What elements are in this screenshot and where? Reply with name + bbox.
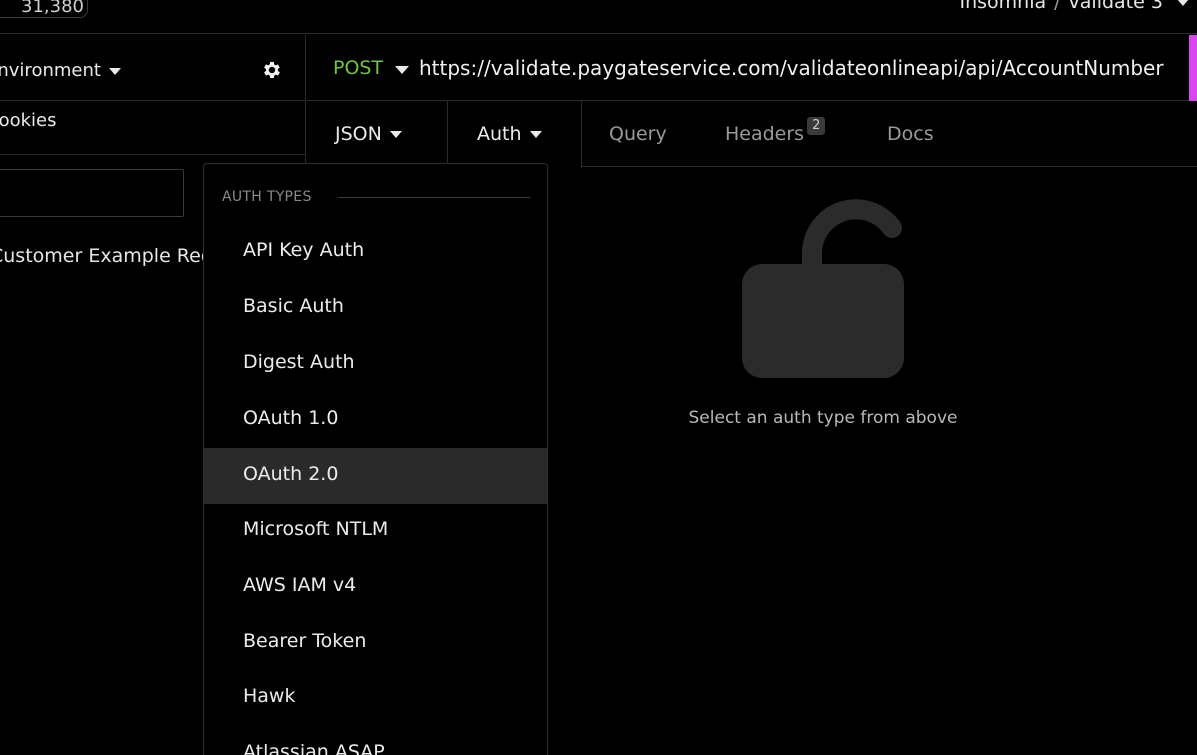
menu-item-atlassian-asap[interactable]: Atlassian ASAP: [204, 726, 547, 755]
top-bar: 31,380 Insomnia / validate 3: [0, 0, 1197, 34]
app-window: 31,380 Insomnia / validate 3 Environment C…: [0, 0, 1197, 755]
auth-type-dropdown: AUTH TYPES API Key Auth Basic Auth Diges…: [203, 163, 548, 755]
tab-headers-label: Headers: [725, 123, 805, 145]
cookies-button[interactable]: Cookies: [0, 101, 306, 155]
menu-item-bearer-token[interactable]: Bearer Token: [204, 615, 547, 671]
caret-down-icon[interactable]: [395, 66, 409, 74]
chevron-down-icon: [1177, 0, 1189, 6]
caret-down-icon: [108, 67, 121, 75]
menu-item-oauth-1[interactable]: OAuth 1.0: [204, 392, 547, 448]
breadcrumb-workspace[interactable]: Insomnia: [959, 0, 1046, 13]
filter-input[interactable]: [0, 169, 184, 217]
method-selector[interactable]: POST: [333, 57, 383, 79]
tab-docs[interactable]: Docs: [887, 101, 934, 167]
tab-headers[interactable]: Headers 2: [725, 101, 826, 167]
tab-body-label: JSON: [335, 123, 382, 145]
environment-selector[interactable]: Environment: [0, 35, 306, 101]
tab-auth-container: Auth: [447, 101, 582, 168]
tab-body[interactable]: JSON: [335, 101, 402, 167]
request-tabs: JSON Auth Query Headers 2 Docs: [307, 101, 1197, 168]
breadcrumb-separator: /: [1054, 0, 1061, 13]
menu-item-hawk[interactable]: Hawk: [204, 670, 547, 726]
dropdown-header: AUTH TYPES: [222, 189, 312, 205]
menu-item-basic-auth[interactable]: Basic Auth: [204, 280, 547, 336]
caret-down-icon: [389, 131, 402, 138]
caret-down-icon: [529, 131, 542, 138]
unlocked-padlock-icon: [742, 199, 904, 378]
count-value: 31,380: [21, 0, 84, 17]
breadcrumb[interactable]: Insomnia / validate 3: [959, 0, 1189, 13]
url-bar: POST https://validate.paygateservice.com…: [307, 35, 1197, 101]
menu-item-oauth-2[interactable]: OAuth 2.0: [204, 448, 547, 504]
tab-query[interactable]: Query: [609, 101, 667, 167]
tab-auth[interactable]: Auth: [477, 101, 542, 167]
menu-item-microsoft-ntlm[interactable]: Microsoft NTLM: [204, 503, 547, 559]
environment-label-wrap: Environment: [0, 60, 121, 81]
tab-auth-label: Auth: [477, 123, 522, 145]
breadcrumb-collection[interactable]: validate 3: [1069, 0, 1163, 13]
url-accent-bar: [1189, 35, 1197, 101]
url-input[interactable]: https://validate.paygateservice.com/vali…: [419, 56, 1164, 80]
menu-item-api-key-auth[interactable]: API Key Auth: [204, 224, 547, 280]
tab-query-label: Query: [609, 123, 667, 145]
gear-icon[interactable]: [261, 59, 283, 81]
auth-panel: Select an auth type from above: [582, 168, 1197, 755]
menu-item-aws-iam-v4[interactable]: AWS IAM v4: [204, 559, 547, 615]
headers-count-badge: 2: [807, 117, 826, 135]
count-pill[interactable]: 31,380: [0, 0, 88, 18]
menu-item-digest-auth[interactable]: Digest Auth: [204, 336, 547, 392]
tab-docs-label: Docs: [887, 123, 934, 145]
divider: [338, 197, 530, 198]
cookies-label: Cookies: [0, 110, 57, 131]
auth-empty-message: Select an auth type from above: [688, 408, 958, 428]
environment-label: Environment: [0, 60, 101, 81]
